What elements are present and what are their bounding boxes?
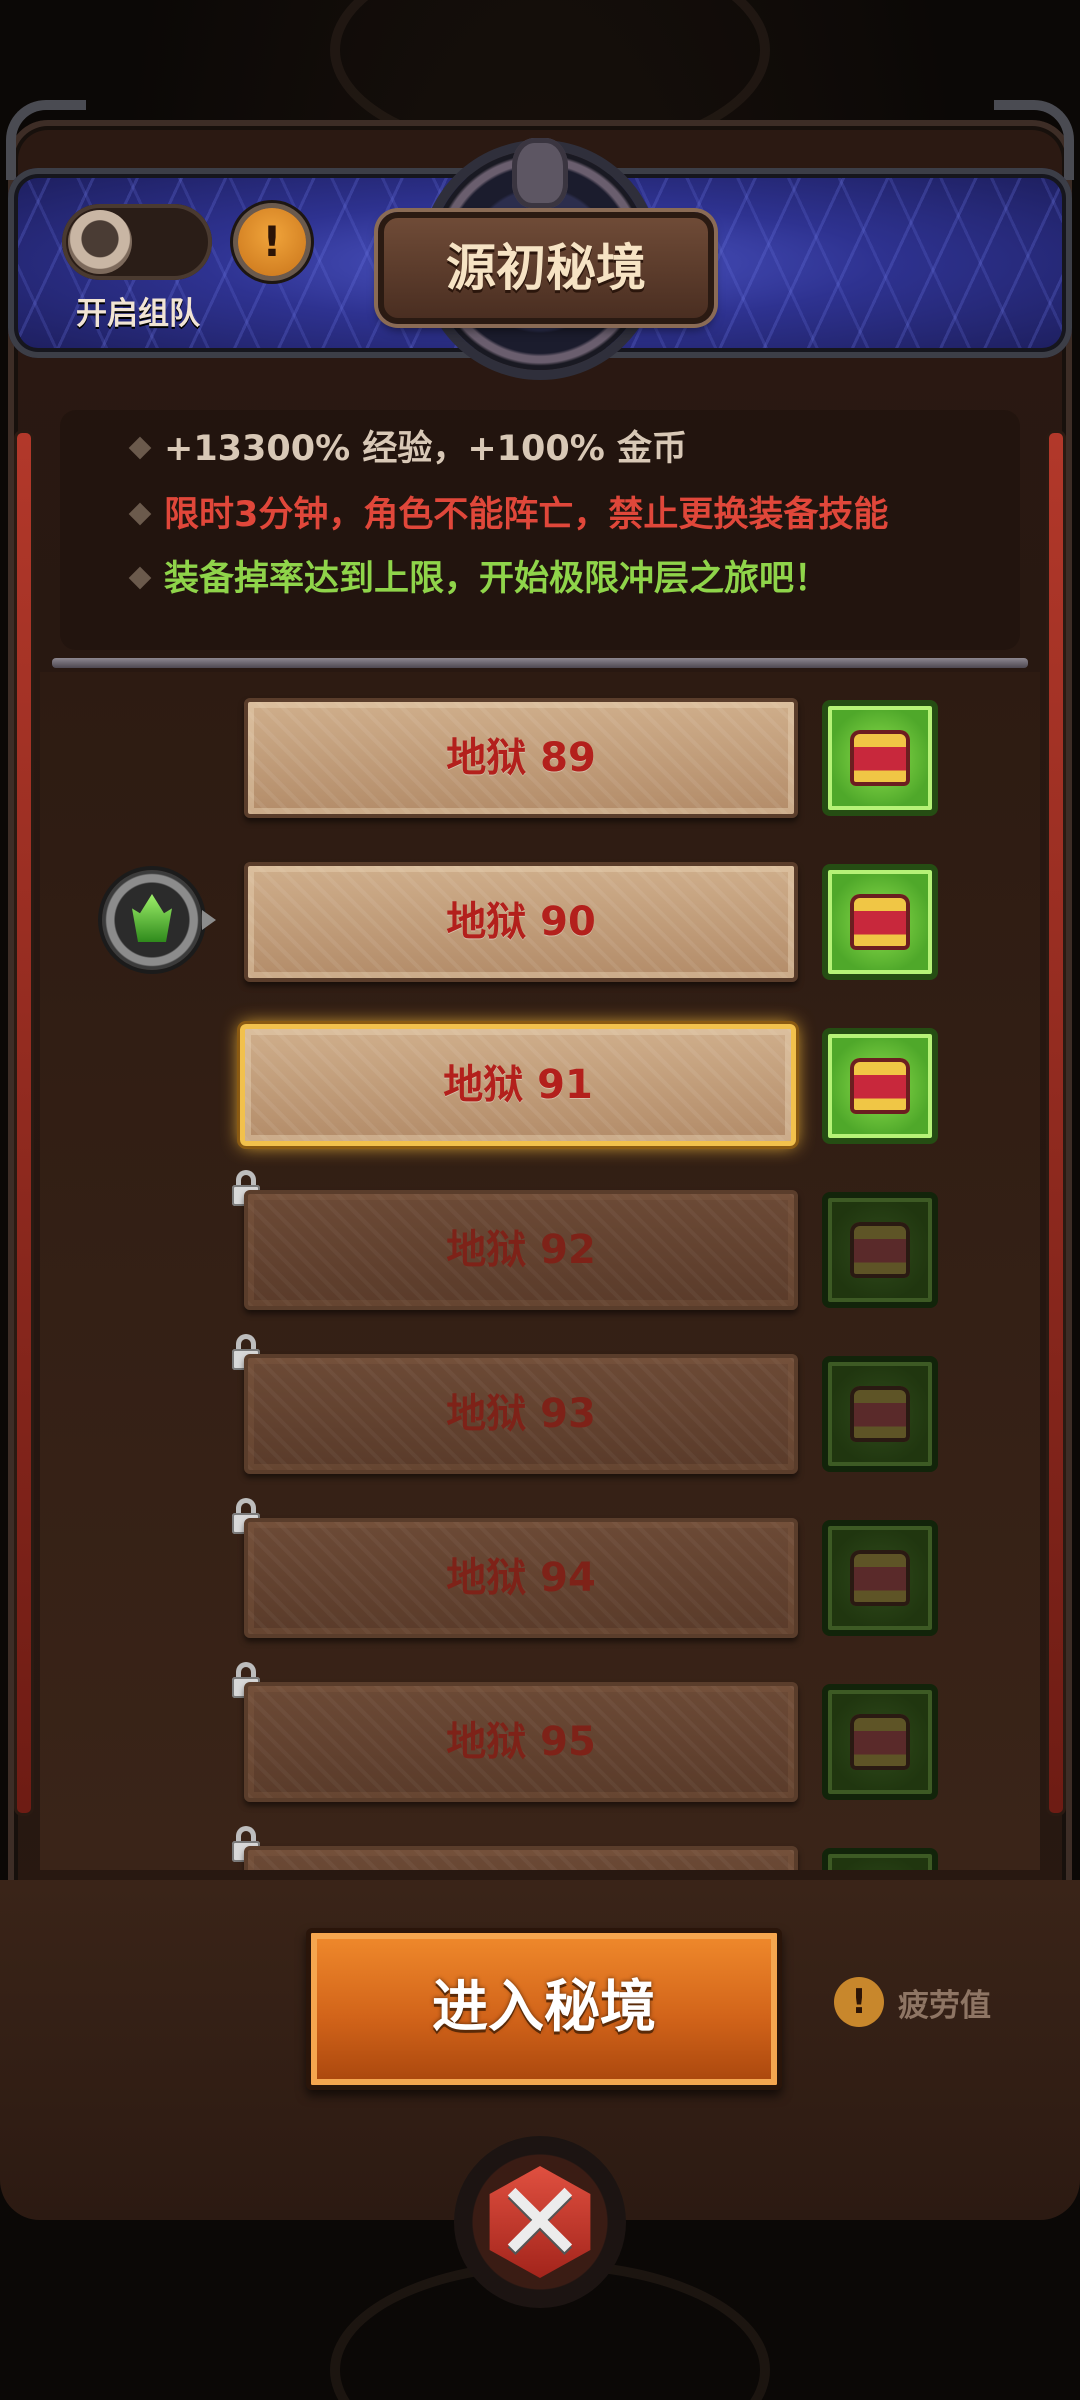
treasure-chest-icon bbox=[850, 730, 910, 786]
info-rule-text: 限时3分钟，角色不能阵亡，禁止更换装备技能 bbox=[164, 495, 889, 535]
side-rail-right bbox=[1046, 430, 1066, 1816]
toggle-off-icon bbox=[68, 210, 132, 274]
team-toggle-label: 开启组队 bbox=[76, 296, 200, 332]
reward-chest-92[interactable] bbox=[822, 1192, 938, 1308]
level-button-94[interactable]: 地狱 94 bbox=[244, 1518, 798, 1638]
treasure-chest-icon bbox=[850, 1550, 910, 1606]
reward-chest-93[interactable] bbox=[822, 1356, 938, 1472]
reward-chest-91[interactable] bbox=[822, 1028, 938, 1144]
level-button-95[interactable]: 地狱 95 bbox=[244, 1682, 798, 1802]
reward-chest-94[interactable] bbox=[822, 1520, 938, 1636]
bullet-icon bbox=[128, 436, 152, 460]
pointer-icon bbox=[202, 910, 216, 930]
exclamation-icon[interactable]: ! bbox=[238, 208, 306, 276]
level-button-92[interactable]: 地狱 92 bbox=[244, 1190, 798, 1310]
info-panel: +13300% 经验，+100% 金币 限时3分钟，角色不能阵亡，禁止更换装备技… bbox=[60, 410, 1020, 650]
page-title: 源初秘境 bbox=[378, 212, 714, 324]
bullet-icon bbox=[128, 502, 152, 526]
skull-icon bbox=[512, 138, 568, 208]
treasure-chest-icon bbox=[850, 894, 910, 950]
reward-chest-95[interactable] bbox=[822, 1684, 938, 1800]
enter-realm-button[interactable]: 进入秘境 bbox=[306, 1928, 782, 2090]
level-button-89[interactable]: 地狱 89 bbox=[244, 698, 798, 818]
side-rail-left bbox=[14, 430, 34, 1816]
reward-chest-90[interactable] bbox=[822, 864, 938, 980]
level-list[interactable]: 地狱 89 地狱 90 地狱 91 地狱 92 地狱 93 地狱 94 地狱 9… bbox=[40, 672, 1040, 1870]
divider bbox=[52, 658, 1028, 668]
current-level-marker bbox=[102, 870, 216, 970]
treasure-chest-icon bbox=[850, 1386, 910, 1442]
reward-chest-next[interactable] bbox=[822, 1848, 938, 1870]
level-button-next[interactable] bbox=[244, 1846, 798, 1870]
team-toggle[interactable] bbox=[62, 204, 212, 280]
level-button-90[interactable]: 地狱 90 bbox=[244, 862, 798, 982]
treasure-chest-icon bbox=[850, 1058, 910, 1114]
info-bonus-text: +13300% 经验，+100% 金币 bbox=[164, 429, 687, 469]
fatigue-label: 疲劳值 bbox=[898, 1987, 991, 2024]
green-gem-icon bbox=[132, 894, 172, 942]
bullet-icon bbox=[128, 566, 152, 590]
level-button-93[interactable]: 地狱 93 bbox=[244, 1354, 798, 1474]
treasure-chest-icon bbox=[850, 1714, 910, 1770]
close-icon: ✕ bbox=[493, 2158, 587, 2286]
treasure-chest-icon bbox=[850, 1222, 910, 1278]
close-button[interactable]: ✕ bbox=[454, 2136, 626, 2308]
secret-realm-screen: 开启组队 ! 源初秘境 +13300% 经验，+100% 金币 限时3分钟，角色… bbox=[0, 0, 1080, 2400]
fatigue-indicator[interactable]: ! 疲劳值 bbox=[834, 1974, 991, 2030]
level-button-91[interactable]: 地狱 91 bbox=[240, 1024, 796, 1146]
reward-chest-89[interactable] bbox=[822, 700, 938, 816]
exclamation-icon: ! bbox=[834, 1977, 884, 2027]
info-drop-text: 装备掉率达到上限，开始极限冲层之旅吧！ bbox=[164, 559, 830, 599]
